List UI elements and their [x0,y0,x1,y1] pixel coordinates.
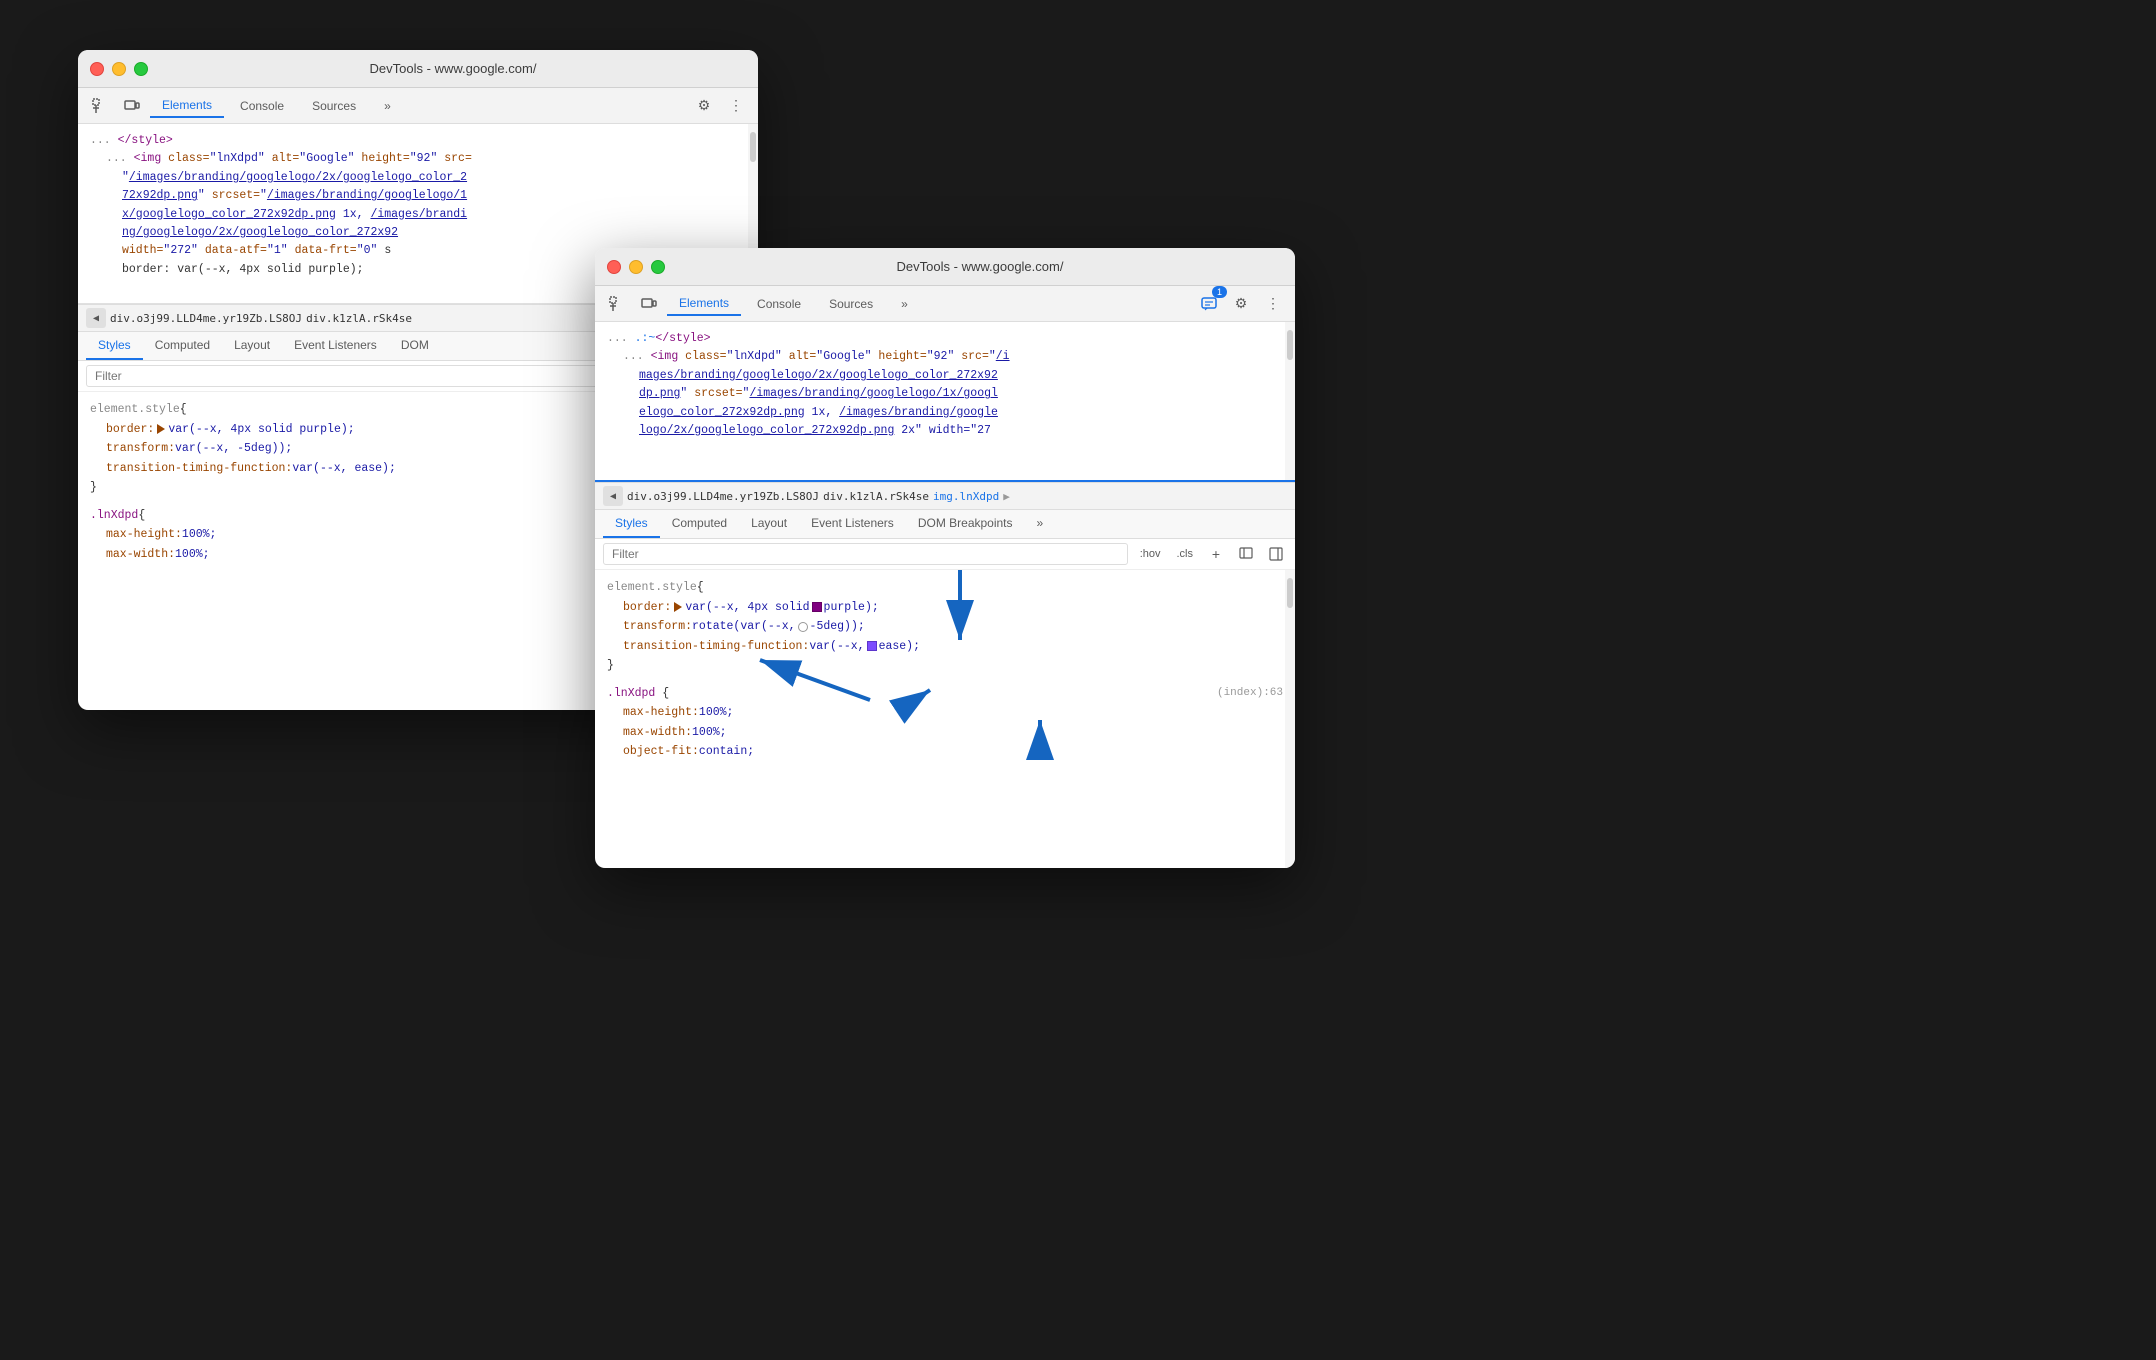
more-tabs-1[interactable]: » [372,95,403,117]
html-line: ... </style> [90,132,746,150]
gear-icon-1[interactable]: ⚙ [690,92,718,120]
checkbox-swatch[interactable] [867,641,877,651]
html-panel-2: ... .:~</style> ... <img class="lnXdpd" … [595,322,1295,482]
sources-tab-1[interactable]: Sources [300,95,368,117]
dom-tab-1[interactable]: DOM [389,332,441,360]
css-property-maxheight-2: max-height: 100%; [607,703,1283,723]
css-selector-lnxdpd-2: .lnXdpd { (index):63 [607,684,1283,704]
styles-tab-2[interactable]: Styles [603,510,660,538]
breadcrumb-back-1[interactable]: ◀ [86,308,106,328]
device-icon-2[interactable] [635,290,663,318]
window-title-2: DevTools - www.google.com/ [677,259,1283,274]
traffic-lights-1 [90,62,148,76]
html-line: ng/googlelogo/2x/googlelogo_color_272x92 [90,224,746,242]
html-line: ... <img class="lnXdpd" alt="Google" hei… [90,150,746,168]
css-property-maxwidth-2: max-width: 100%; [607,723,1283,743]
window-title-1: DevTools - www.google.com/ [160,61,746,76]
sources-tab-2[interactable]: Sources [817,293,885,315]
layout-tab-2[interactable]: Layout [739,510,799,538]
styles-tab-1[interactable]: Styles [86,332,143,360]
add-rule-button-2[interactable]: + [1205,543,1227,565]
toolbar-1: Elements Console Sources » ⚙ ⋮ [78,88,758,124]
css-close-brace-2: } [607,656,1283,676]
html-line: "/images/branding/googlelogo/2x/googlelo… [90,169,746,187]
source-ref-2: (index):63 [1217,684,1283,703]
maximize-button-1[interactable] [134,62,148,76]
html-line: ... <img class="lnXdpd" alt="Google" hei… [607,348,1283,366]
badge-2: 1 [1212,286,1227,298]
breadcrumb-item-2-2[interactable]: div.k1zlA.rSk4se [823,490,929,503]
html-line: mages/branding/googlelogo/2x/googlelogo_… [607,367,1283,385]
title-bar-2: DevTools - www.google.com/ [595,248,1295,286]
more-panel-tabs-2[interactable]: » [1025,510,1056,538]
html-line: dp.png" srcset="/images/branding/googlel… [607,385,1283,403]
console-tab-1[interactable]: Console [228,95,296,117]
console-tab-2[interactable]: Console [745,293,813,315]
layout-tab-1[interactable]: Layout [222,332,282,360]
computed-tab-2[interactable]: Computed [660,510,739,538]
inspect-icon-2[interactable] [603,290,631,318]
traffic-lights-2 [607,260,665,274]
filter-input-2[interactable] [603,543,1128,565]
panel-tabs-2: Styles Computed Layout Event Listeners D… [595,510,1295,539]
new-style-button-2[interactable] [1235,543,1257,565]
html-line: x/googlelogo_color_272x92dp.png 1x, /ima… [90,206,746,224]
minimize-button-1[interactable] [112,62,126,76]
more-icon-1[interactable]: ⋮ [722,92,750,120]
device-icon-1[interactable] [118,92,146,120]
toggle-sidebar-button-2[interactable] [1265,543,1287,565]
html-line: 72x92dp.png" srcset="/images/branding/go… [90,187,746,205]
computed-tab-1[interactable]: Computed [143,332,222,360]
gear-icon-2[interactable]: ⚙ [1227,290,1255,318]
close-button-2[interactable] [607,260,621,274]
breadcrumb-back-2[interactable]: ◀ [603,486,623,506]
breadcrumb-more[interactable]: ▶ [1003,490,1010,503]
breadcrumb-2: ◀ div.o3j99.LLD4me.yr19Zb.LS8OJ div.k1zl… [595,482,1295,510]
maximize-button-2[interactable] [651,260,665,274]
breadcrumb-item-2-1[interactable]: div.o3j99.LLD4me.yr19Zb.LS8OJ [627,490,819,503]
filter-bar-2: :hov .cls + [595,539,1295,570]
breadcrumb-item-1[interactable]: div.o3j99.LLD4me.yr19Zb.LS8OJ [110,312,302,325]
event-listeners-tab-2[interactable]: Event Listeners [799,510,906,538]
html-line: logo/2x/googlelogo_color_272x92dp.png 2x… [607,422,1283,440]
cls-button-2[interactable]: .cls [1173,546,1198,562]
html-line: ... .:~</style> [607,330,1283,348]
event-listeners-tab-1[interactable]: Event Listeners [282,332,389,360]
more-icon-2[interactable]: ⋮ [1259,290,1287,318]
more-tabs-2[interactable]: » [889,293,920,315]
elements-tab-2[interactable]: Elements [667,292,741,316]
toolbar-2: Elements Console Sources » 1 ⚙ ⋮ [595,286,1295,322]
devtools-window-2: DevTools - www.google.com/ Elements Cons… [595,248,1295,868]
dom-breakpoints-tab-2[interactable]: DOM Breakpoints [906,510,1025,538]
close-button-1[interactable] [90,62,104,76]
chat-icon-2[interactable]: 1 [1195,290,1223,318]
breadcrumb-item-2[interactable]: div.k1zlA.rSk4se [306,312,412,325]
css-property-objectfit-2: object-fit: contain; [607,742,1283,762]
css-property-transform-2: transform: rotate(var(--x, -5deg)); [607,617,1283,637]
filter-input-1[interactable] [86,365,681,387]
elements-tab-1[interactable]: Elements [150,94,224,118]
css-selector-line-2: element.style { [607,578,1283,598]
title-bar-1: DevTools - www.google.com/ [78,50,758,88]
minimize-button-2[interactable] [629,260,643,274]
circle-swatch[interactable] [798,622,808,632]
css-property-transition-2: transition-timing-function: var(--x, eas… [607,637,1283,657]
hov-button-2[interactable]: :hov [1136,546,1165,562]
breadcrumb-item-2-3[interactable]: img.lnXdpd [933,490,999,503]
html-line: elogo_color_272x92dp.png 1x, /images/bra… [607,404,1283,422]
inspect-icon-1[interactable] [86,92,114,120]
css-panel-2: element.style { border: var(--x, 4px sol… [595,570,1295,868]
css-property-border-2: border: var(--x, 4px solid purple); [607,598,1283,618]
color-swatch-purple[interactable] [812,602,822,612]
